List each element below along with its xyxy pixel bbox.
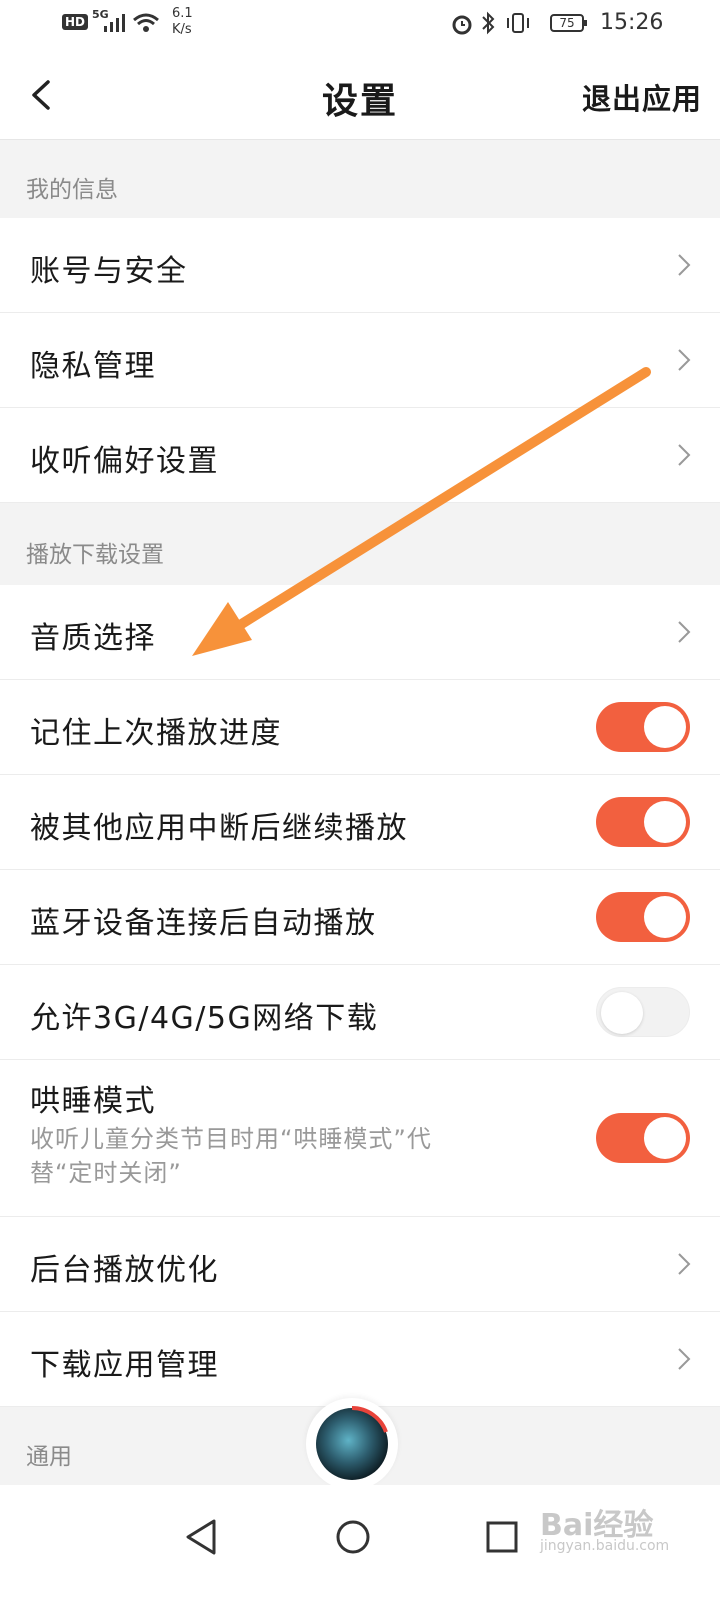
row-remember-progress: 记住上次播放进度: [0, 680, 720, 775]
row-download-manager[interactable]: 下载应用管理: [0, 1312, 720, 1407]
top-app-bar: 设置 退出应用: [0, 50, 720, 140]
bluetooth-icon: [482, 11, 495, 35]
nav-back-icon[interactable]: [172, 1507, 232, 1567]
toggle-mobile-download[interactable]: [596, 987, 690, 1037]
row-label: 下载应用管理: [30, 1348, 219, 1383]
toggle-knob: [644, 801, 686, 843]
watermark-url: jingyan.baidu.com: [540, 1538, 670, 1554]
row-resume-after-interrupt: 被其他应用中断后继续播放: [0, 775, 720, 870]
row-description: 收听儿童分类节目时用“哄睡模式”代 替“定时关闭”: [30, 1125, 432, 1187]
row-label: 记住上次播放进度: [30, 716, 282, 751]
battery-indicator: 75: [550, 14, 587, 32]
row-mobile-download: 允许3G/4G/5G网络下载: [0, 965, 720, 1060]
alarm-icon: [452, 15, 472, 35]
toggle-knob: [601, 992, 643, 1034]
row-privacy[interactable]: 隐私管理: [0, 313, 720, 408]
row-label: 蓝牙设备连接后自动播放: [30, 906, 377, 941]
toggle-knob: [644, 706, 686, 748]
wifi-icon: [133, 13, 159, 32]
net-speed: 6.1 K/s: [172, 6, 193, 37]
nav-recents-icon[interactable]: [472, 1507, 532, 1567]
row-label: 音质选择: [30, 621, 156, 656]
row-label: 收听偏好设置: [30, 444, 219, 479]
row-listening-preferences[interactable]: 收听偏好设置: [0, 408, 720, 503]
toggle-bluetooth-autoplay[interactable]: [596, 892, 690, 942]
signal-icon: [104, 14, 125, 32]
row-label: 哄睡模式: [30, 1084, 156, 1119]
play-progress-ring: [351, 1405, 388, 1433]
row-label: 被其他应用中断后继续播放: [30, 811, 408, 846]
chevron-right-icon: [678, 349, 691, 371]
row-label: 允许3G/4G/5G网络下载: [30, 1001, 379, 1036]
row-sleep-mode: 哄睡模式 收听儿童分类节目时用“哄睡模式”代 替“定时关闭”: [0, 1060, 720, 1217]
toggle-remember-progress[interactable]: [596, 702, 690, 752]
row-sound-quality[interactable]: 音质选择: [0, 585, 720, 680]
status-bar: HD 5G 6.1 K/s 75 15:26: [0, 0, 720, 50]
chevron-right-icon: [678, 444, 691, 466]
chevron-right-icon: [678, 1348, 691, 1370]
row-label: 账号与安全: [30, 254, 188, 289]
toggle-knob: [644, 1117, 686, 1159]
section-header-playback: 播放下载设置: [0, 503, 720, 585]
chevron-right-icon: [678, 1253, 691, 1275]
chevron-right-icon: [678, 621, 691, 643]
row-label: 隐私管理: [30, 349, 156, 384]
toggle-knob: [644, 896, 686, 938]
row-bluetooth-autoplay: 蓝牙设备连接后自动播放: [0, 870, 720, 965]
row-label: 后台播放优化: [30, 1253, 219, 1288]
exit-app-button[interactable]: 退出应用: [582, 76, 702, 118]
nav-home-icon[interactable]: [323, 1507, 383, 1567]
mini-player-button[interactable]: [306, 1398, 398, 1490]
clock: 15:26: [600, 10, 664, 35]
toggle-sleep-mode[interactable]: [596, 1113, 690, 1163]
row-account-security[interactable]: 账号与安全: [0, 218, 720, 313]
hd-badge: HD: [62, 14, 89, 30]
row-background-optimize[interactable]: 后台播放优化: [0, 1217, 720, 1312]
section-header-my-info: 我的信息: [0, 140, 720, 218]
vibrate-icon: [507, 13, 529, 33]
toggle-resume-after-interrupt[interactable]: [596, 797, 690, 847]
chevron-right-icon: [678, 254, 691, 276]
